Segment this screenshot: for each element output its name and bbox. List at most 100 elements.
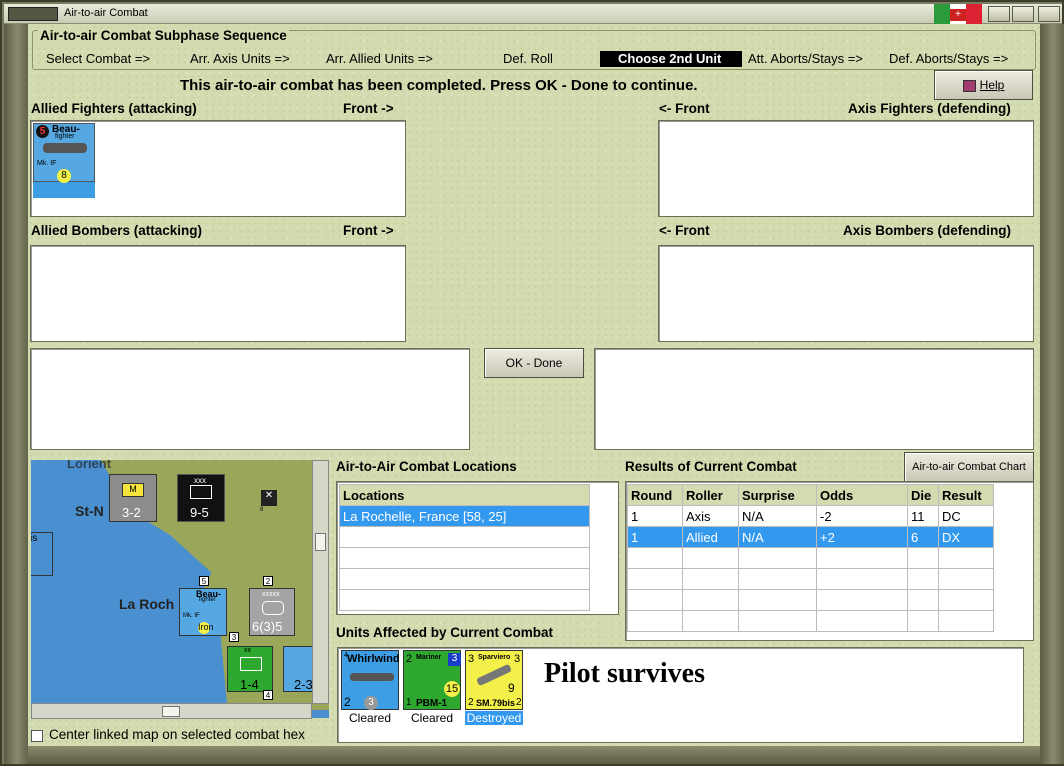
col-surprise[interactable]: Surprise: [738, 484, 817, 506]
mariner-bl: 1: [406, 697, 412, 708]
cell-result: DC: [938, 505, 994, 527]
allied-bombers-label: Allied Bombers (attacking): [31, 223, 203, 238]
sparviero-status: Destroyed: [465, 711, 523, 725]
col-roller[interactable]: Roller: [682, 484, 739, 506]
sparviero-counter[interactable]: 3 Sparviero 3 9 2 SM.79bis 2: [465, 650, 523, 710]
allied-bombers-front-label: Front ->: [343, 223, 394, 238]
locations-list[interactable]: Locations La Rochelle, France [58, 25]: [336, 481, 619, 615]
result-message: Pilot survives: [544, 658, 705, 689]
minimize-icon[interactable]: [988, 6, 1010, 22]
allied-info-box: [30, 348, 470, 450]
help-label: Help: [979, 78, 1005, 92]
left-border: [4, 24, 30, 764]
map-hex-number-2: 2: [263, 576, 273, 586]
map-hscroll-thumb[interactable]: [162, 706, 180, 717]
infantry-symbol-icon-2: [240, 657, 262, 671]
step-att-aborts: Att. Aborts/Stays =>: [748, 51, 863, 66]
step-choose-2nd-unit: Choose 2nd Unit: [600, 51, 742, 67]
map-partial-counter[interactable]: is: [31, 532, 53, 576]
location-cell[interactable]: La Rochelle, France [58, 25]: [339, 505, 590, 527]
affected-panel: 4 Whirlwind 2 3 Cleared 2 Mariner 3 15 1…: [337, 647, 1024, 743]
locations-column-header[interactable]: Locations: [339, 484, 590, 506]
cell-surprise: N/A: [738, 526, 817, 548]
air-combat-window: Air-to-air Combat + Air-to-air Combat Su…: [0, 0, 1064, 766]
map-counter-value-3: 6(3)5: [252, 619, 283, 634]
col-odds[interactable]: Odds: [816, 484, 908, 506]
map-partial-text: is: [31, 533, 38, 544]
cell-die: 11: [907, 505, 939, 527]
close-icon[interactable]: [1038, 6, 1060, 22]
col-die[interactable]: Die: [907, 484, 939, 506]
cell-result: DX: [938, 526, 994, 548]
right-border: [1040, 24, 1064, 764]
infantry-symbol-icon: [190, 485, 212, 499]
axis-fighters-front-label: <- Front: [659, 101, 710, 116]
aircraft-icon: [350, 673, 394, 681]
whirlwind-counter[interactable]: 4 Whirlwind 2 3: [341, 650, 400, 710]
map-vscroll-thumb[interactable]: [315, 533, 326, 551]
location-row[interactable]: La Rochelle, France [58, 25]: [339, 505, 590, 527]
results-panel: Round Roller Surprise Odds Die Result 1 …: [625, 481, 1034, 641]
whirlwind-bc: 3: [364, 696, 378, 710]
cell-odds: +2: [816, 526, 908, 548]
mariner-name: Mariner: [416, 654, 442, 661]
mariner-status: Cleared: [411, 711, 454, 725]
locations-table: Locations La Rochelle, France [58, 25]: [339, 484, 590, 611]
map-horizontal-scrollbar[interactable]: [31, 703, 312, 719]
sparviero-bcr: 2: [516, 697, 522, 708]
mariner-br: 15: [444, 681, 460, 697]
affected-heading: Units Affected by Current Combat: [336, 625, 554, 640]
mariner-counter[interactable]: 2 Mariner 3 15 1 PBM-1: [403, 650, 461, 710]
allied-fighters-box[interactable]: 5 Beau- fighter Mk. IF 8: [30, 120, 406, 217]
step-def-aborts: Def. Aborts/Stays =>: [889, 51, 1009, 66]
result-row[interactable]: 1 Axis N/A -2 11 DC: [627, 505, 994, 527]
help-button[interactable]: Help: [934, 70, 1033, 100]
cell-die: 6: [907, 526, 939, 548]
step-arr-allied: Arr. Allied Units =>: [326, 51, 433, 66]
map-vertical-scrollbar[interactable]: [312, 460, 329, 704]
step-arr-axis: Arr. Axis Units =>: [190, 51, 290, 66]
col-round[interactable]: Round: [627, 484, 683, 506]
result-row[interactable]: 1 Allied N/A +2 6 DX: [627, 526, 994, 548]
system-menu-icon[interactable]: [8, 7, 58, 21]
step-select-combat: Select Combat =>: [46, 51, 151, 66]
map-counter-value-4: 1-4: [240, 677, 259, 692]
map-counter-1-4[interactable]: xx 1-4: [227, 646, 273, 692]
maximize-icon[interactable]: [1012, 6, 1034, 22]
map-hex-number-5: 5: [199, 576, 209, 586]
counter-mark: Mk. IF: [37, 160, 57, 167]
combat-chart-button[interactable]: Air-to-air Combat Chart: [904, 452, 1034, 482]
axis-bombers-front-label: <- Front: [659, 223, 710, 238]
cell-roller: Allied: [682, 526, 739, 548]
counter-name2: fighter: [55, 133, 75, 140]
beaufighter-counter[interactable]: 5 Beau- fighter Mk. IF 8: [33, 123, 95, 198]
map-label-la-rochelle: La Roch: [119, 596, 175, 612]
whirlwind-status: Cleared: [349, 711, 392, 725]
ok-done-button[interactable]: OK - Done: [484, 348, 584, 378]
sparviero-br: 9: [508, 681, 515, 695]
center-map-label: Center linked map on selected combat hex: [49, 727, 305, 742]
map-beaufighter-counter[interactable]: Beau- fighter Mk. IF Iron: [179, 588, 227, 636]
axis-bombers-box[interactable]: [658, 245, 1034, 342]
mariner-bc: PBM-1: [416, 698, 448, 709]
italy-flag-icon: +: [934, 4, 982, 25]
center-map-checkbox[interactable]: [31, 730, 43, 742]
allied-bombers-box[interactable]: [30, 245, 406, 342]
map-counter-div: xx: [244, 647, 251, 654]
map-counter-9-5[interactable]: xxx 9-5: [177, 474, 225, 522]
axis-fighters-box[interactable]: [658, 120, 1034, 217]
map-label-iron: 8: [260, 507, 264, 513]
col-result[interactable]: Result: [938, 484, 994, 506]
map-counter-6-3-5[interactable]: xxxxx 6(3)5: [249, 588, 295, 636]
map-beau-mark: Mk. IF: [183, 613, 200, 619]
cell-surprise: N/A: [738, 505, 817, 527]
linked-map[interactable]: Lorient St-N La Roch is M 3-2 xxx 9-5 ✕ …: [31, 460, 329, 718]
sparviero-bc: SM.79bis: [476, 698, 516, 708]
armor-symbol-icon: [262, 601, 284, 615]
map-counter-3-2[interactable]: M 3-2: [109, 474, 157, 522]
map-beau-strength: Iron: [198, 622, 214, 634]
whirlwind-name: Whirlwind: [347, 653, 400, 665]
counter-strength: 8: [57, 169, 71, 183]
map-counter-value: 3-2: [122, 505, 141, 520]
results-table: Round Roller Surprise Odds Die Result 1 …: [627, 484, 994, 632]
